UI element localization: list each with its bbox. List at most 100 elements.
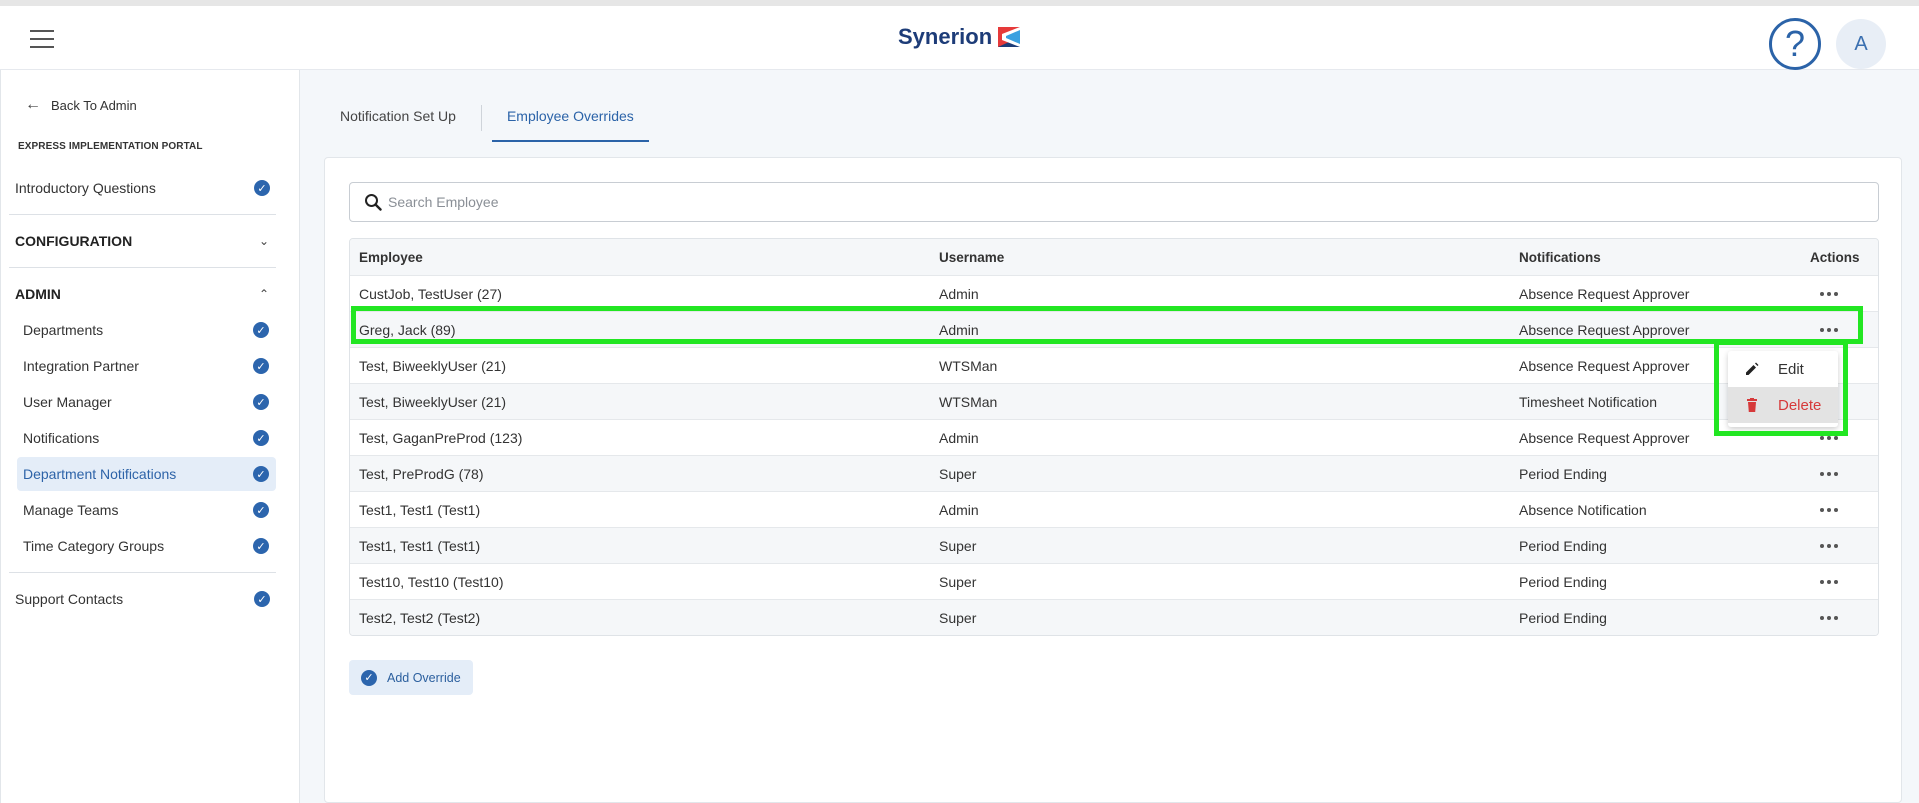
sidebar-item-label: Time Category Groups — [23, 538, 165, 554]
back-to-admin-link[interactable]: ← Back To Admin — [25, 96, 137, 114]
add-override-button[interactable]: ✓ Add Override — [349, 660, 473, 695]
sidebar-item-label: Department Notifications — [23, 466, 177, 482]
check-circle-icon: ✓ — [253, 430, 269, 446]
top-bar: Synerion ? A — [0, 0, 1919, 70]
more-actions-icon[interactable] — [1816, 573, 1842, 591]
check-circle-icon: ✓ — [253, 502, 269, 518]
more-actions-icon[interactable] — [1816, 429, 1842, 447]
sidebar-item-label: Manage Teams — [23, 502, 119, 518]
check-circle-icon: ✓ — [253, 538, 269, 554]
notifications-cell: Period Ending — [1519, 465, 1607, 482]
more-actions-icon[interactable] — [1816, 537, 1842, 555]
table-row: Test, BiweeklyUser (21) WTSMan Timesheet… — [350, 383, 1878, 419]
sidebar-item-user-manager[interactable]: User Manager ✓ — [17, 385, 276, 419]
search-input[interactable] — [388, 194, 1868, 210]
employee-cell: Test, BiweeklyUser (21) — [359, 357, 507, 374]
sidebar-item-label: Notifications — [23, 430, 100, 446]
delete-label: Delete — [1778, 396, 1822, 414]
sidebar-item-department-notifications[interactable]: Department Notifications ✓ — [17, 457, 276, 491]
more-actions-icon[interactable] — [1816, 609, 1842, 627]
edit-menu-item[interactable]: Edit — [1728, 351, 1838, 387]
notifications-cell: Absence Request Approver — [1519, 429, 1690, 446]
check-circle-icon: ✓ — [254, 591, 270, 607]
username-cell: Admin — [939, 429, 979, 446]
table-row: Test, GaganPreProd (123) Admin Absence R… — [350, 419, 1878, 455]
username-cell: Super — [939, 465, 977, 482]
chevron-up-icon: ⌃ — [258, 287, 269, 301]
sidebar-section-configuration[interactable]: CONFIGURATION ⌄ — [15, 224, 277, 258]
table-row: Test2, Test2 (Test2) Super Period Ending — [350, 599, 1878, 635]
section-title: ADMIN — [15, 286, 61, 302]
tab-employee-overrides[interactable]: Employee Overrides — [491, 100, 649, 142]
username-cell: Super — [939, 537, 977, 554]
employee-cell: Test, PreProdG (78) — [359, 465, 484, 482]
notifications-cell: Absence Notification — [1519, 501, 1647, 518]
more-actions-icon[interactable] — [1816, 285, 1842, 303]
divider — [9, 214, 276, 215]
check-circle-icon: ✓ — [253, 322, 269, 338]
sidebar-item-label: Support Contacts — [15, 591, 124, 607]
username-cell: Super — [939, 573, 977, 590]
search-employee-field[interactable] — [349, 182, 1879, 222]
arrow-left-icon: ← — [25, 96, 41, 113]
logo-flag-icon — [998, 27, 1021, 47]
notifications-cell: Period Ending — [1519, 609, 1607, 626]
back-to-admin-label: Back To Admin — [51, 97, 137, 113]
table-header-row: Employee Username Notifications Actions — [350, 239, 1878, 275]
more-actions-icon[interactable] — [1816, 465, 1842, 483]
section-title: CONFIGURATION — [15, 233, 133, 249]
overrides-table: Employee Username Notifications Actions … — [349, 238, 1879, 636]
sidebar-item-time-category-groups[interactable]: Time Category Groups ✓ — [17, 529, 276, 563]
row-actions-menu: Edit Delete — [1728, 351, 1838, 427]
pencil-icon — [1744, 361, 1760, 377]
employee-cell: Test, BiweeklyUser (21) — [359, 393, 507, 410]
check-circle-icon: ✓ — [253, 394, 269, 410]
sidebar-item-label: Departments — [23, 322, 104, 338]
search-icon — [365, 194, 382, 211]
sidebar-item-notifications[interactable]: Notifications ✓ — [17, 421, 276, 455]
tab-bar: Notification Set Up Employee Overrides — [325, 100, 649, 142]
more-actions-icon[interactable] — [1816, 321, 1842, 339]
column-header-actions: Actions — [1810, 249, 1860, 265]
notifications-cell: Absence Request Approver — [1519, 357, 1690, 374]
username-cell: Admin — [939, 501, 979, 518]
sidebar-item-label: User Manager — [23, 394, 112, 410]
edit-label: Edit — [1778, 360, 1804, 378]
sidebar-item-support-contacts[interactable]: Support Contacts ✓ — [15, 582, 277, 616]
table-row: Test1, Test1 (Test1) Admin Absence Notif… — [350, 491, 1878, 527]
help-button[interactable]: ? — [1769, 18, 1821, 70]
employee-cell: Test, GaganPreProd (123) — [359, 429, 523, 446]
employee-cell: CustJob, TestUser (27) — [359, 285, 502, 302]
sidebar-item-departments[interactable]: Departments ✓ — [17, 313, 276, 347]
tab-separator — [480, 105, 482, 131]
sidebar-item-introductory-questions[interactable]: Introductory Questions ✓ — [15, 171, 277, 205]
column-header-employee: Employee — [359, 249, 423, 265]
table-row: Test, BiweeklyUser (21) WTSMan Absence R… — [350, 347, 1878, 383]
delete-menu-item[interactable]: Delete — [1728, 387, 1838, 423]
table-row: Test10, Test10 (Test10) Super Period End… — [350, 563, 1878, 599]
sidebar-item-integration-partner[interactable]: Integration Partner ✓ — [17, 349, 276, 383]
username-cell: WTSMan — [939, 393, 998, 410]
sidebar: ← Back To Admin EXPRESS IMPLEMENTATION P… — [0, 70, 300, 803]
hamburger-menu-icon[interactable] — [30, 30, 54, 48]
divider — [9, 267, 276, 268]
check-circle-icon: ✓ — [253, 358, 269, 374]
check-circle-icon: ✓ — [361, 669, 377, 686]
employee-cell: Test10, Test10 (Test10) — [359, 573, 504, 590]
divider — [9, 572, 276, 573]
notifications-cell: Timesheet Notification — [1519, 393, 1657, 410]
more-actions-icon[interactable] — [1816, 501, 1842, 519]
trash-icon — [1744, 397, 1760, 413]
add-override-label: Add Override — [387, 670, 461, 685]
sidebar-item-label: Integration Partner — [23, 358, 139, 374]
employee-cell: Test2, Test2 (Test2) — [359, 609, 481, 626]
username-cell: WTSMan — [939, 357, 998, 374]
user-avatar[interactable]: A — [1836, 19, 1886, 69]
notifications-cell: Absence Request Approver — [1519, 285, 1690, 302]
sidebar-item-manage-teams[interactable]: Manage Teams ✓ — [17, 493, 276, 527]
employee-cell: Test1, Test1 (Test1) — [359, 537, 481, 554]
tab-notification-set-up[interactable]: Notification Set Up — [325, 100, 471, 142]
sidebar-section-admin[interactable]: ADMIN ⌃ — [15, 277, 277, 311]
table-row: CustJob, TestUser (27) Admin Absence Req… — [350, 275, 1878, 311]
notifications-cell: Period Ending — [1519, 537, 1607, 554]
